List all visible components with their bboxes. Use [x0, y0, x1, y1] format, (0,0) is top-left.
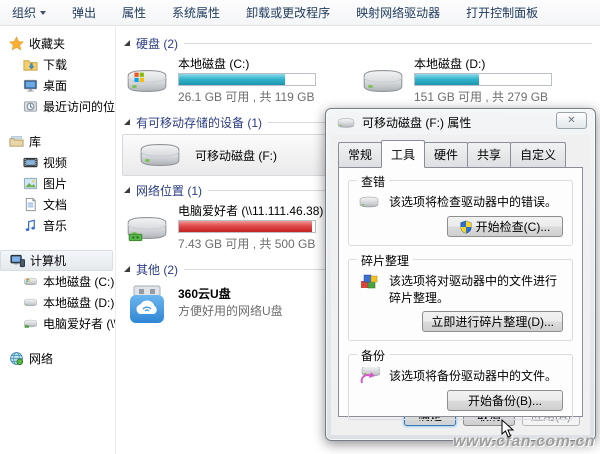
video-icon	[23, 155, 38, 170]
dialog-disk-icon	[336, 116, 356, 130]
capacity-bar	[178, 220, 316, 233]
group-description: 该选项将对驱动器中的文件进行碎片整理。	[389, 272, 563, 306]
document-icon	[23, 197, 38, 212]
expanded-triangle-icon	[124, 266, 130, 272]
tab-sharing[interactable]: 共享	[467, 142, 511, 168]
dialog-title: 可移动磁盘 (F:) 属性	[362, 114, 471, 131]
drive-capacity: 151 GB 可用 , 共 279 GB	[414, 88, 552, 105]
dialog-body: 常规 工具 硬件 共享 自定义 查错 该选项将检查驱动器中的错误。 开始检查(C…	[331, 135, 590, 435]
properties-button[interactable]: 属性	[122, 4, 146, 21]
expanded-triangle-icon	[124, 119, 130, 125]
cloud-usb-icon	[124, 285, 170, 325]
capacity-bar	[178, 73, 316, 86]
drive-capacity: 26.1 GB 可用 , 共 119 GB	[178, 88, 316, 105]
backup-icon	[358, 367, 380, 385]
desktop-icon	[23, 78, 38, 93]
command-bar: 组织 弹出 属性 系统属性 卸载或更改程序 映射网络驱动器 打开控制面板	[0, 0, 600, 26]
navigation-pane: 收藏夹 下载 桌面 最近访问的位置 库 视频 图片 文档	[0, 27, 116, 454]
group-title: 备份	[357, 347, 389, 364]
tab-tools[interactable]: 工具	[381, 140, 425, 168]
library-icon	[9, 134, 24, 149]
disk-c-icon	[23, 274, 38, 289]
sidebar-item-network-drive[interactable]: 电脑爱好者 (\\11.11	[0, 313, 115, 334]
disk-icon	[358, 193, 380, 211]
star-icon	[9, 36, 24, 51]
disk-c-icon	[124, 63, 170, 99]
check-now-button[interactable]: 开始检查(C)...	[447, 216, 563, 237]
uninstall-program-button[interactable]: 卸载或更改程序	[246, 4, 330, 21]
sidebar-item-documents[interactable]: 文档	[0, 194, 115, 215]
tab-strip: 常规 工具 硬件 共享 自定义	[331, 135, 590, 168]
group-title: 碎片整理	[357, 252, 413, 269]
defragment-group: 碎片整理 该选项将对驱动器中的文件进行碎片整理。 立即进行碎片整理(D)...	[348, 259, 573, 341]
tab-hardware[interactable]: 硬件	[424, 142, 468, 168]
sidebar-item-recent-places[interactable]: 最近访问的位置	[0, 96, 115, 117]
network-globe-icon	[9, 351, 24, 366]
sidebar-item-videos[interactable]: 视频	[0, 152, 115, 173]
sidebar-item-local-disk-c[interactable]: 本地磁盘 (C:)	[0, 271, 115, 292]
backup-group: 备份 该选项将备份驱动器中的文件。 开始备份(B)...	[348, 354, 573, 420]
drive-capacity: 7.43 GB 可用 , 共 500 GB	[178, 235, 345, 252]
open-control-panel-button[interactable]: 打开控制面板	[466, 4, 538, 21]
uac-shield-icon	[460, 220, 472, 234]
close-icon[interactable]: ✕	[556, 112, 587, 129]
drive-name: 本地磁盘 (C:)	[178, 57, 316, 72]
drive-name: 电脑爱好者 (\\11.111.46.38) (Z:)	[178, 204, 345, 219]
tools-tab-page: 查错 该选项将检查驱动器中的错误。 开始检查(C)... 碎片整理 该选项将对驱…	[338, 167, 583, 417]
mouse-cursor-icon	[501, 419, 515, 439]
map-network-drive-button[interactable]: 映射网络驱动器	[356, 4, 440, 21]
download-folder-icon	[23, 57, 38, 72]
dialog-titlebar[interactable]: 可移动磁盘 (F:) 属性	[326, 109, 595, 133]
expanded-triangle-icon	[124, 187, 130, 193]
group-description: 该选项将备份驱动器中的文件。	[389, 367, 557, 384]
organize-menu-button[interactable]: 组织	[12, 4, 46, 21]
section-header-hard-disks[interactable]: 硬盘 (2)	[122, 35, 594, 51]
recent-places-icon	[23, 99, 38, 114]
network-drive-icon	[23, 316, 38, 331]
sidebar-item-pictures[interactable]: 图片	[0, 173, 115, 194]
defragment-now-button[interactable]: 立即进行碎片整理(D)...	[422, 311, 563, 332]
sidebar-item-downloads[interactable]: 下载	[0, 54, 115, 75]
network-drive-icon	[124, 210, 170, 246]
computer-icon	[10, 253, 25, 268]
tab-general[interactable]: 常规	[338, 142, 382, 168]
drive-tile-c[interactable]: 本地磁盘 (C:) 26.1 GB 可用 , 共 119 GB	[122, 55, 358, 111]
sidebar-item-network[interactable]: 网络	[0, 348, 115, 369]
sidebar-item-favorites[interactable]: 收藏夹	[0, 33, 115, 54]
chevron-down-icon	[40, 11, 46, 15]
group-title: 查错	[357, 173, 389, 190]
error-checking-group: 查错 该选项将检查驱动器中的错误。 开始检查(C)...	[348, 180, 573, 246]
drive-name: 本地磁盘 (D:)	[414, 57, 552, 72]
sidebar-item-desktop[interactable]: 桌面	[0, 75, 115, 96]
defrag-icon	[358, 272, 380, 290]
organize-label: 组织	[12, 4, 36, 21]
eject-button[interactable]: 弹出	[72, 4, 96, 21]
tab-customize[interactable]: 自定义	[510, 142, 566, 168]
capacity-bar	[414, 73, 552, 86]
drive-tile-d[interactable]: 本地磁盘 (D:) 151 GB 可用 , 共 279 GB	[358, 55, 594, 111]
music-icon	[23, 218, 38, 233]
removable-disk-icon	[137, 137, 183, 173]
sidebar-item-computer[interactable]: 计算机	[0, 250, 113, 271]
sidebar-item-libraries[interactable]: 库	[0, 131, 115, 152]
properties-dialog: 可移动磁盘 (F:) 属性 ✕ 常规 工具 硬件 共享 自定义 查错 该选项将检…	[325, 108, 596, 441]
drive-name: 可移动磁盘 (F:)	[195, 147, 277, 164]
picture-icon	[23, 176, 38, 191]
item-name: 360云U盘	[178, 287, 283, 302]
system-properties-button[interactable]: 系统属性	[172, 4, 220, 21]
sidebar-item-local-disk-d[interactable]: 本地磁盘 (D:)	[0, 292, 115, 313]
item-description: 方便好用的网络U盘	[178, 302, 283, 319]
disk-d-icon	[23, 295, 38, 310]
disk-d-icon	[360, 63, 406, 99]
expanded-triangle-icon	[124, 40, 130, 46]
sidebar-item-music[interactable]: 音乐	[0, 215, 115, 236]
group-description: 该选项将检查驱动器中的错误。	[389, 193, 557, 210]
backup-now-button[interactable]: 开始备份(B)...	[447, 390, 563, 411]
